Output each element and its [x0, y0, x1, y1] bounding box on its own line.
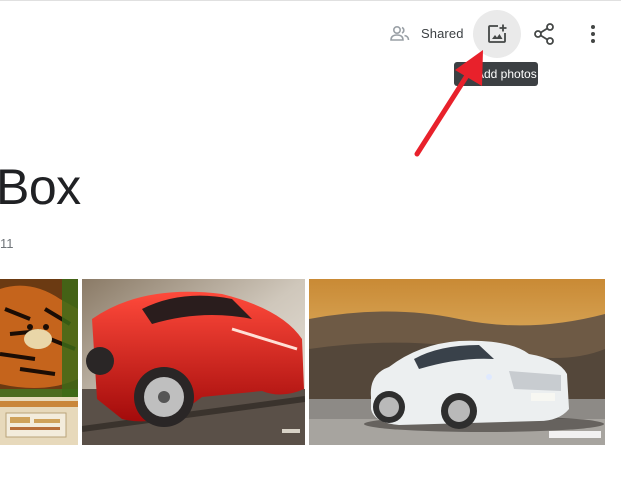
more-vert-icon — [591, 25, 595, 43]
annotation-arrow-icon — [414, 50, 483, 157]
photo-tiger[interactable] — [0, 279, 78, 445]
share-button[interactable] — [531, 21, 557, 47]
album-title[interactable]: Box — [0, 162, 81, 212]
album-date: 11 — [0, 236, 14, 251]
photo-white-car[interactable] — [309, 279, 605, 445]
album-page: Shared Add photos Box 11 — [0, 0, 621, 486]
people-icon[interactable] — [389, 24, 411, 44]
more-options-button[interactable] — [582, 22, 604, 46]
photo-red-car[interactable] — [82, 279, 305, 445]
header-divider — [0, 0, 621, 1]
shared-label[interactable]: Shared — [421, 26, 464, 41]
share-icon — [534, 23, 554, 45]
